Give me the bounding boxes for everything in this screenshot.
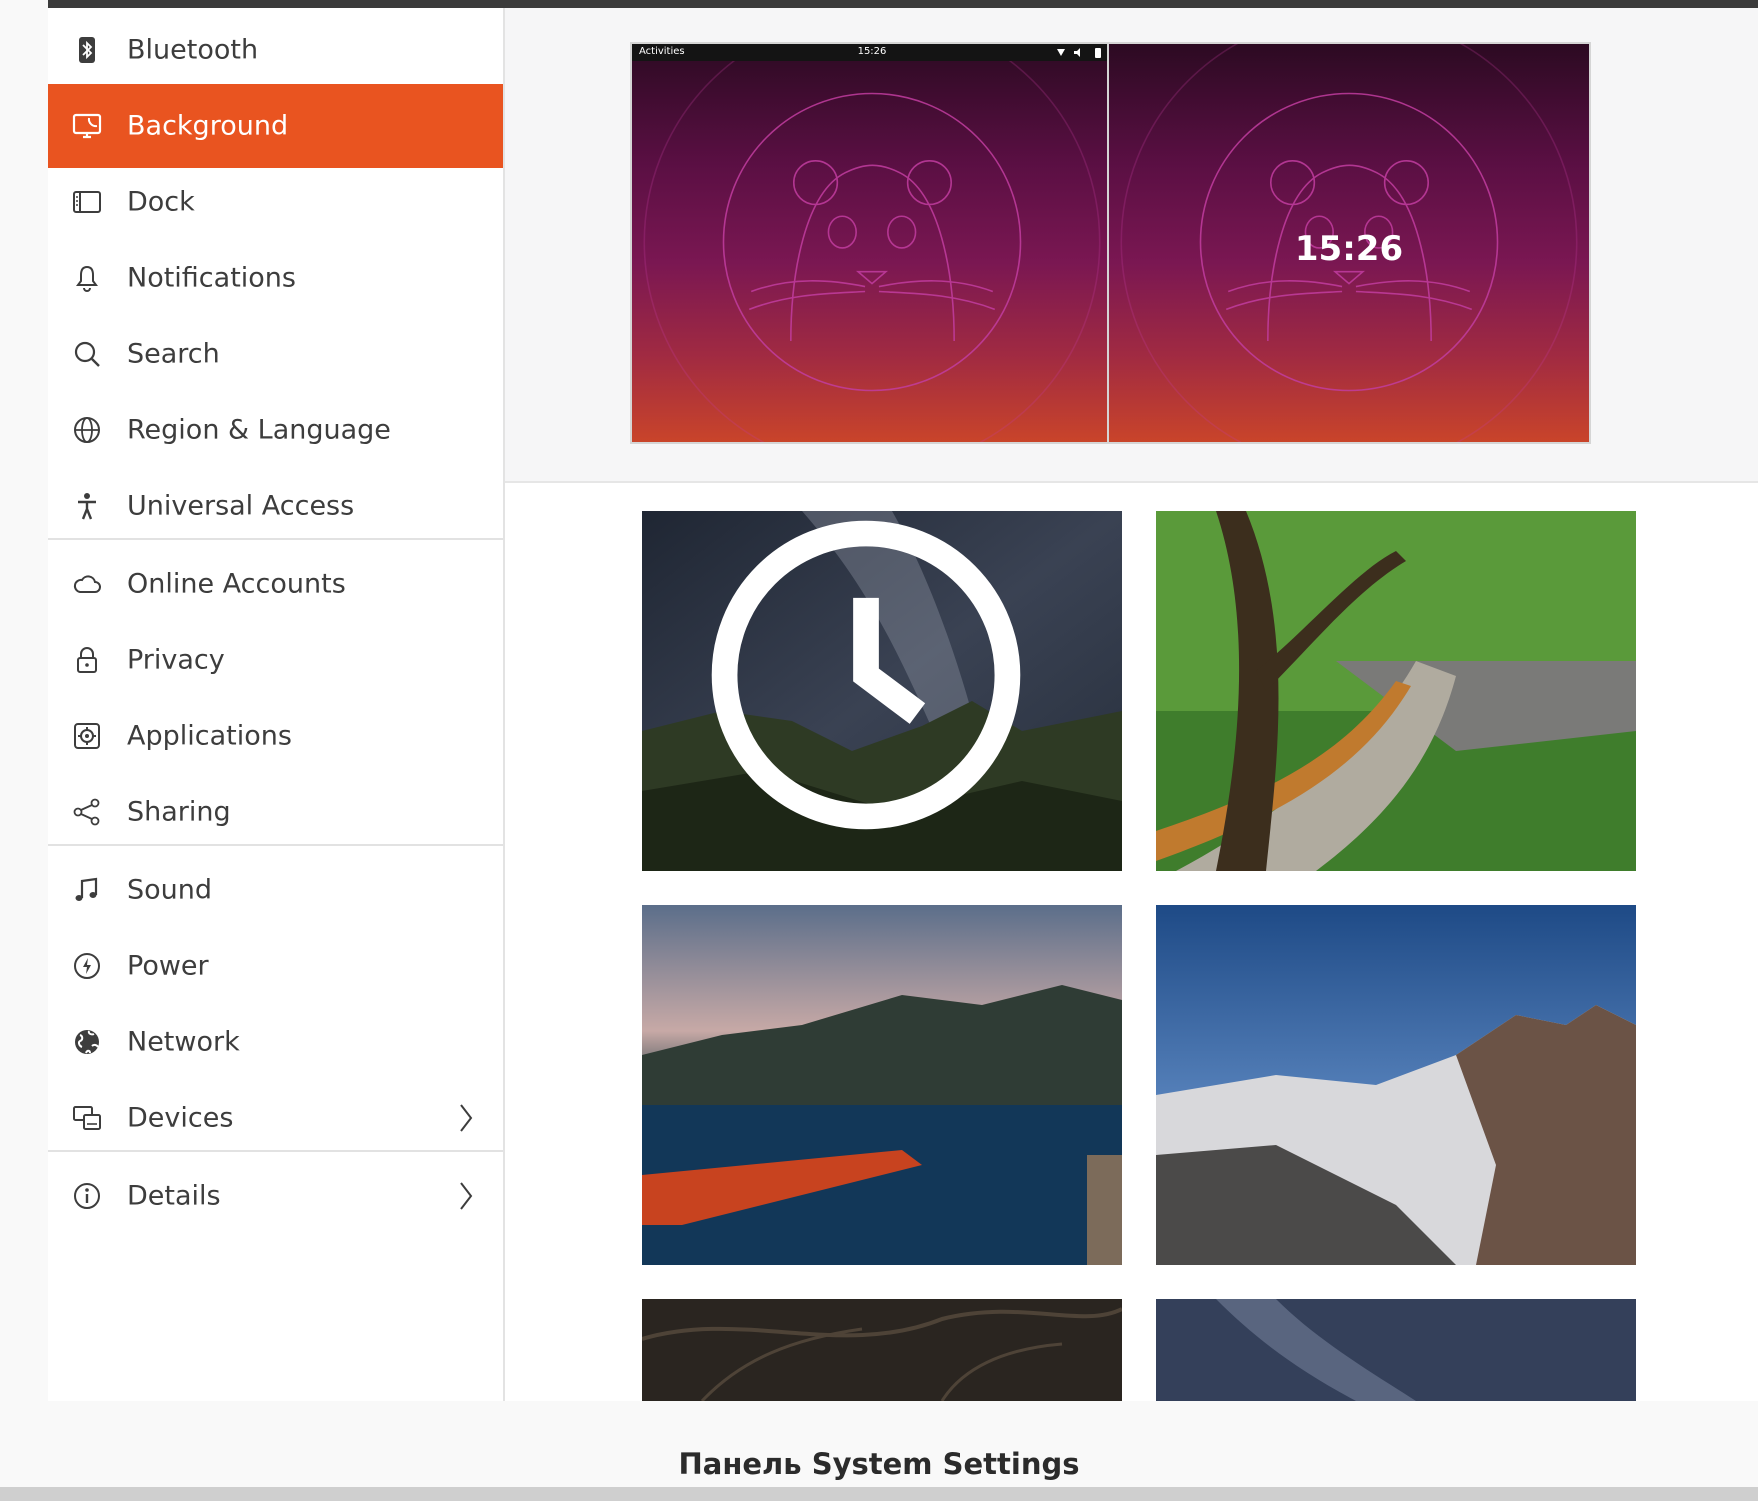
chevron-right-icon — [460, 1104, 473, 1132]
sidebar-item-label: Notifications — [127, 262, 296, 294]
wallpaper-thumbnail[interactable] — [642, 1299, 1122, 1401]
sidebar-item-label: Background — [127, 110, 289, 142]
share-icon — [70, 795, 104, 829]
network-globe-icon — [70, 1025, 104, 1059]
sidebar-item-label: Online Accounts — [127, 568, 346, 600]
info-icon — [70, 1179, 104, 1213]
devices-icon — [70, 1101, 104, 1135]
preview-top-panel: Activities 15:26 — [632, 44, 1112, 61]
chevron-right-icon — [460, 1182, 473, 1210]
sidebar-item-network[interactable]: Network — [48, 1000, 503, 1084]
settings-sidebar: Bluetooth Background Dock Notifications — [48, 8, 505, 1401]
sidebar-item-details[interactable]: Details — [48, 1154, 503, 1238]
sidebar-item-sharing[interactable]: Sharing — [48, 770, 503, 854]
sidebar-item-label: Dock — [127, 186, 195, 218]
sidebar-separator — [48, 538, 503, 540]
bottom-scrollbar-strip — [0, 1487, 1758, 1501]
sidebar-item-label: Devices — [127, 1102, 234, 1134]
wallpaper-thumbnail[interactable] — [642, 511, 1122, 871]
sidebar-separator — [48, 1150, 503, 1152]
globe-icon — [70, 413, 104, 447]
dock-icon — [70, 185, 104, 219]
status-indicators-icon — [1057, 48, 1101, 58]
wallpaper-thumbnail[interactable] — [642, 905, 1122, 1265]
sidebar-separator — [48, 844, 503, 846]
sidebar-item-label: Details — [127, 1180, 221, 1212]
sidebar-item-label: Sharing — [127, 796, 231, 828]
sidebar-item-privacy[interactable]: Privacy — [48, 618, 503, 702]
accessibility-icon — [70, 489, 104, 523]
sidebar-item-label: Sound — [127, 874, 213, 906]
sidebar-item-label: Network — [127, 1026, 240, 1058]
panel-clock: 15:26 — [857, 46, 887, 57]
background-icon — [70, 109, 104, 143]
sidebar-item-devices[interactable]: Devices — [48, 1076, 503, 1160]
sidebar-item-label: Search — [127, 338, 220, 370]
search-icon — [70, 337, 104, 371]
cloud-icon — [70, 567, 104, 601]
sidebar-item-label: Region & Language — [127, 414, 391, 446]
music-note-icon — [70, 873, 104, 907]
desktop-background-preview[interactable]: Activities 15:26 — [630, 42, 1114, 444]
lock-screen-clock: 15:26 — [1294, 229, 1404, 269]
bell-icon — [70, 261, 104, 295]
sidebar-item-label: Applications — [127, 720, 292, 752]
sidebar-item-applications[interactable]: Applications — [48, 694, 503, 778]
power-icon — [70, 949, 104, 983]
sidebar-item-notifications[interactable]: Notifications — [48, 236, 503, 320]
wallpaper-thumbnail[interactable] — [1156, 511, 1636, 871]
lock-screen-preview[interactable]: 15:26 — [1107, 42, 1591, 444]
settings-window: Bluetooth Background Dock Notifications — [48, 8, 1758, 1401]
sidebar-item-search[interactable]: Search — [48, 312, 503, 396]
sidebar-item-online-accounts[interactable]: Online Accounts — [48, 542, 503, 626]
sidebar-item-label: Power — [127, 950, 209, 982]
activities-label: Activities — [639, 46, 685, 57]
applications-icon — [70, 719, 104, 753]
sidebar-item-region-language[interactable]: Region & Language — [48, 388, 503, 472]
sidebar-item-dock[interactable]: Dock — [48, 160, 503, 244]
sidebar-item-power[interactable]: Power — [48, 924, 503, 1008]
groundhog-wallpaper-art — [643, 44, 1101, 442]
slideshow-clock-icon — [711, 520, 1021, 830]
sidebar-item-background[interactable]: Background — [48, 84, 503, 168]
background-panel: Activities 15:26 15:26 — [505, 8, 1758, 1401]
window-top-border — [48, 0, 1758, 8]
wallpaper-thumbnail[interactable] — [1156, 905, 1636, 1265]
lock-icon — [70, 643, 104, 677]
wallpaper-thumbnail[interactable] — [1156, 1299, 1636, 1401]
image-caption: Панель System Settings — [678, 1447, 1080, 1481]
sidebar-item-universal-access[interactable]: Universal Access — [48, 464, 503, 548]
sidebar-item-sound[interactable]: Sound — [48, 848, 503, 932]
preview-area: Activities 15:26 15:26 — [505, 8, 1758, 483]
bluetooth-icon — [70, 33, 104, 67]
sidebar-item-label: Universal Access — [127, 490, 355, 522]
sidebar-item-label: Bluetooth — [127, 34, 259, 66]
sidebar-item-bluetooth[interactable]: Bluetooth — [48, 8, 503, 92]
sidebar-item-label: Privacy — [127, 644, 225, 676]
